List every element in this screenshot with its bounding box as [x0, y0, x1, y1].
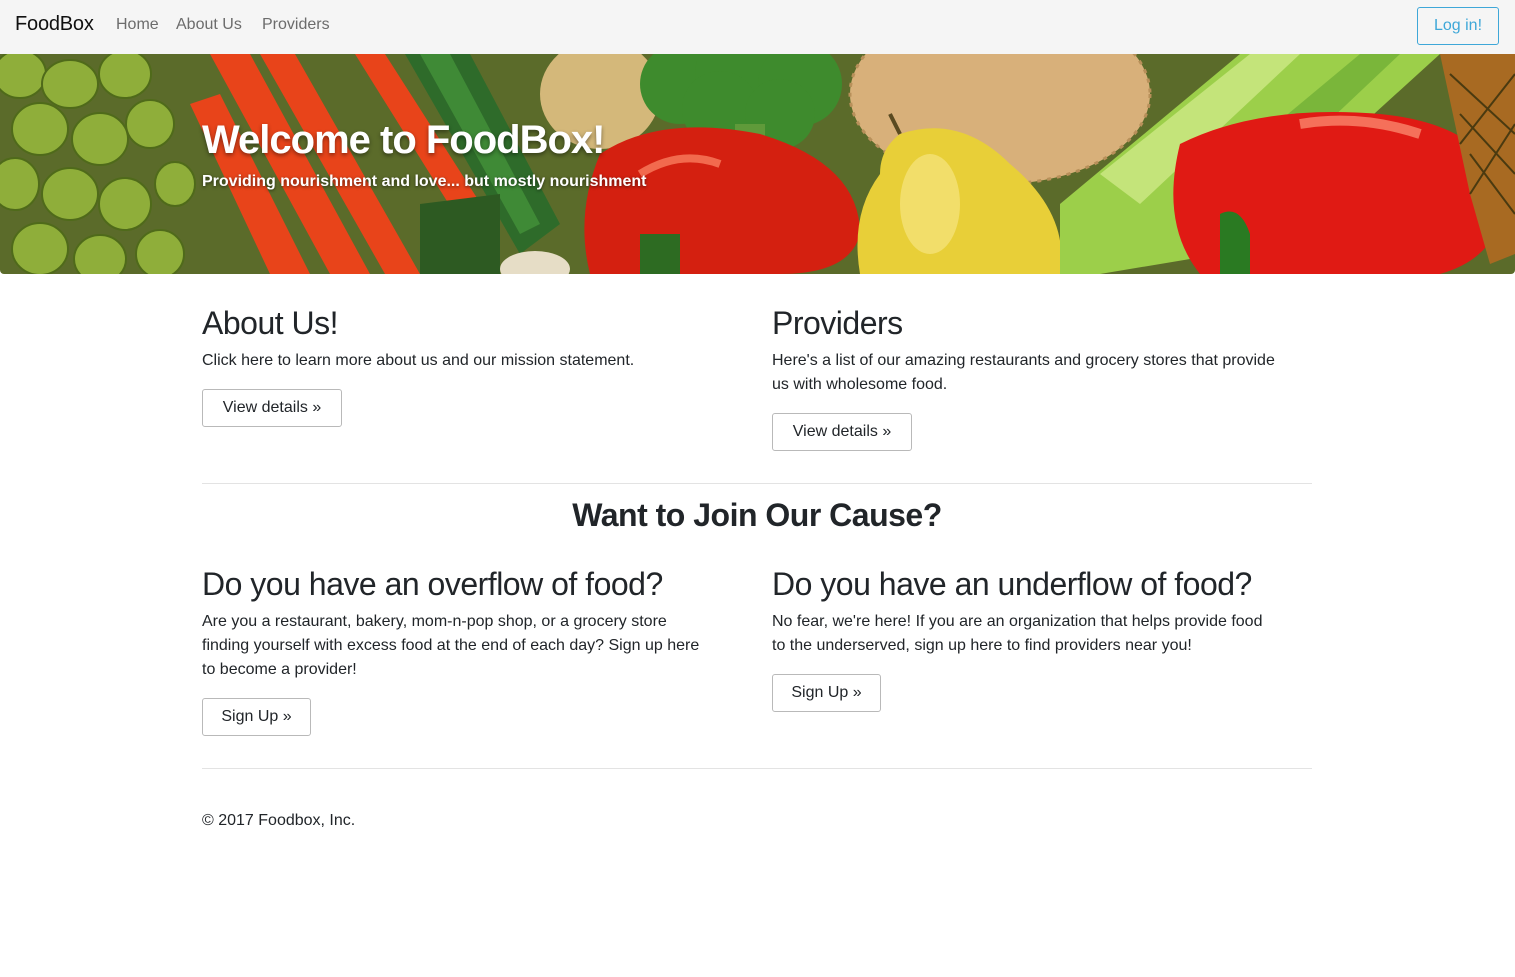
about-text: Click here to learn more about us and ou… — [202, 352, 635, 369]
login-button[interactable]: Log in! — [1417, 7, 1499, 45]
footer-copyright: © 2017 Foodbox, Inc. — [202, 812, 356, 829]
nav-about-us[interactable]: About Us — [176, 16, 242, 34]
hero-subtitle: Providing nourishment and love... but mo… — [202, 173, 647, 190]
overflow-text-line-2: finding yourself with excess food at the… — [202, 637, 700, 654]
hero-vegetables-image — [0, 54, 1515, 274]
providers-text-line-1: Here's a list of our amazing restaurants… — [772, 352, 1275, 369]
divider — [202, 483, 1312, 484]
nav-providers[interactable]: Providers — [262, 16, 330, 34]
join-heading: Want to Join Our Cause? — [572, 497, 942, 533]
underflow-text-line-1: No fear, we're here! If you are an organ… — [772, 613, 1263, 630]
underflow-sign-up-button[interactable]: Sign Up » — [772, 674, 881, 712]
about-view-details-button[interactable]: View details » — [202, 389, 342, 427]
about-heading: About Us! — [202, 305, 339, 341]
hero-title: Welcome to FoodBox! — [202, 118, 605, 162]
navbar: FoodBox Home About Us Providers Log in! — [0, 0, 1515, 54]
overflow-sign-up-button[interactable]: Sign Up » — [202, 698, 311, 736]
overflow-text-line-1: Are you a restaurant, bakery, mom-n-pop … — [202, 613, 667, 630]
overflow-heading: Do you have an overflow of food? — [202, 566, 663, 602]
hero-banner: Welcome to FoodBox! Providing nourishmen… — [0, 54, 1515, 274]
nav-home[interactable]: Home — [116, 16, 159, 34]
underflow-text-line-2: to the underserved, sign up here to find… — [772, 637, 1192, 654]
providers-text-line-2: us with wholesome food. — [772, 376, 948, 393]
overflow-text-line-3: to become a provider! — [202, 661, 357, 678]
divider — [202, 768, 1312, 769]
underflow-heading: Do you have an underflow of food? — [772, 566, 1252, 602]
brand-logo[interactable]: FoodBox — [15, 13, 94, 36]
providers-view-details-button[interactable]: View details » — [772, 413, 912, 451]
providers-heading: Providers — [772, 305, 903, 341]
